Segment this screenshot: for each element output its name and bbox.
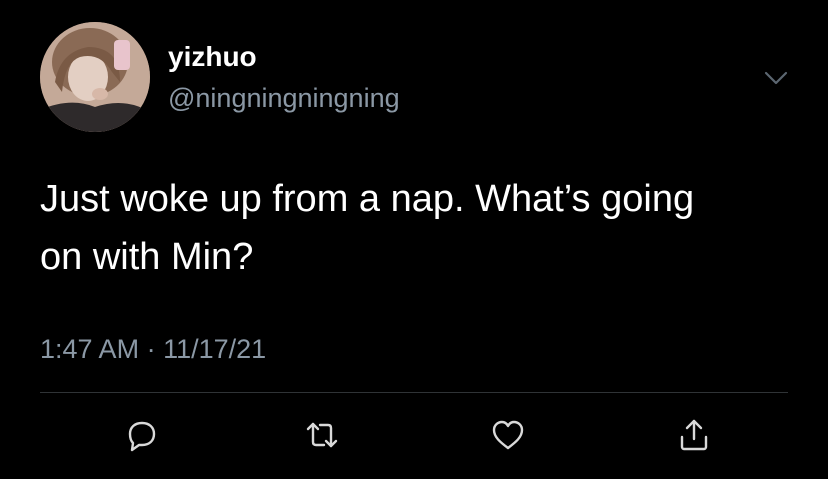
user-handle[interactable]: @ningningningning: [168, 82, 400, 114]
display-name[interactable]: yizhuo: [168, 40, 257, 74]
tweet-time: 1:47 AM: [40, 334, 140, 364]
tweet-timestamp[interactable]: 1:47 AM · 11/17/21: [40, 333, 266, 365]
tweet-text: Just woke up from a nap. What’s going on…: [40, 178, 695, 278]
avatar-image: [40, 22, 150, 132]
heart-icon: [492, 420, 524, 450]
tweet-date: 11/17/21: [163, 334, 267, 364]
like-button[interactable]: [483, 410, 533, 460]
divider: [40, 392, 788, 393]
chevron-down-icon[interactable]: [760, 62, 792, 94]
reply-icon: [128, 421, 156, 452]
retweet-icon: [306, 422, 338, 448]
tweet-card: yizhuo @ningningningning Just woke up fr…: [0, 0, 828, 479]
reply-button[interactable]: [117, 410, 167, 460]
share-icon: [680, 419, 708, 451]
action-bar: [0, 410, 828, 460]
meta-separator: ·: [146, 334, 156, 364]
share-button[interactable]: [669, 410, 719, 460]
avatar[interactable]: [40, 22, 150, 132]
retweet-button[interactable]: [297, 410, 347, 460]
